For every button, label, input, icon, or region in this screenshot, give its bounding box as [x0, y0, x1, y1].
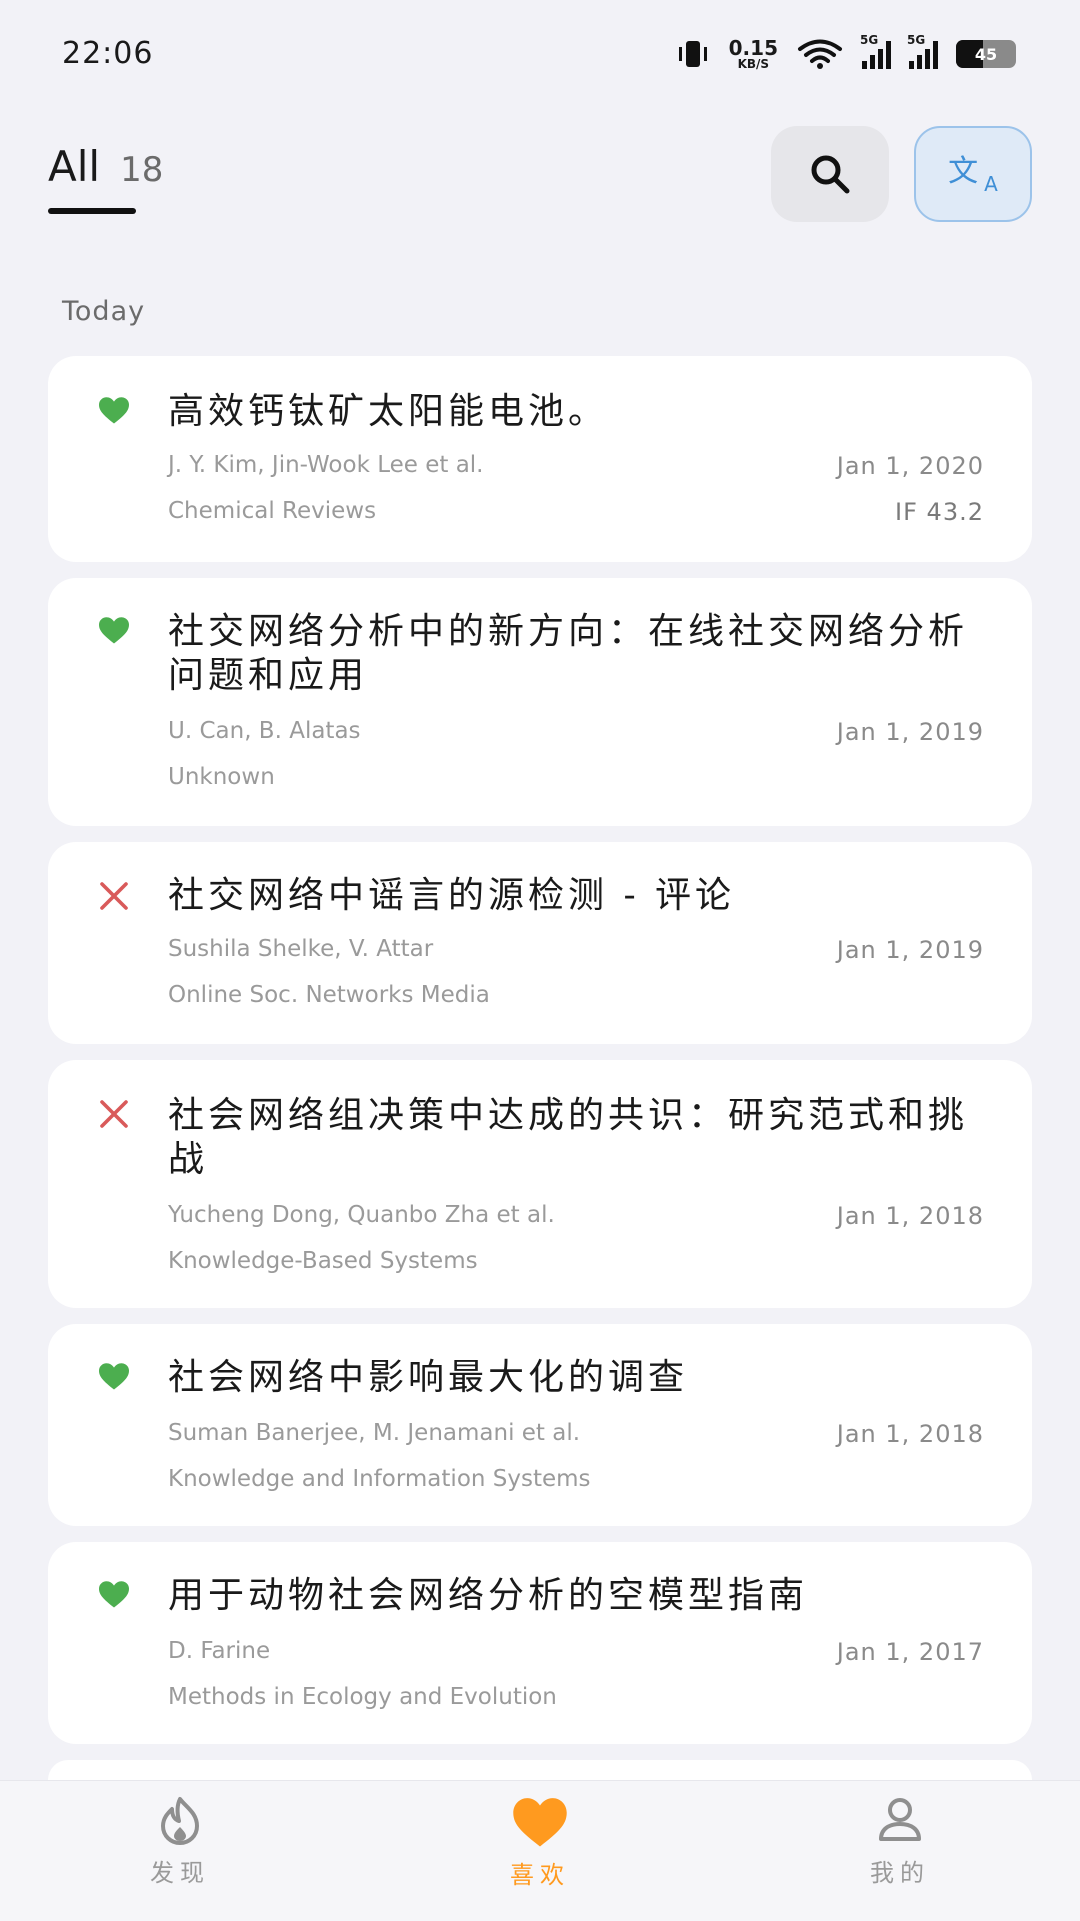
section-title-today: Today: [62, 296, 146, 327]
status-bar: 22:06 0.15 KB/S 5G 5G 45: [0, 0, 1080, 110]
paper-title: 社交网络中谣言的源检测 - 评论: [168, 875, 736, 916]
tab-active-indicator: [48, 208, 136, 214]
status-time: 22:06: [62, 36, 154, 71]
nav-discover-label: 发现: [150, 1859, 210, 1887]
nav-favorites-label: 喜欢: [510, 1861, 570, 1889]
paper-card[interactable]: 用于动物社会网络分析的空模型指南 D. Farine Jan 1, 2017 M…: [48, 1542, 1032, 1744]
paper-authors: U. Can, B. Alatas: [168, 718, 361, 744]
translate-icon: 文: [948, 154, 979, 189]
nav-mine-label: 我的: [870, 1859, 930, 1887]
status-icons: 0.15 KB/S 5G 5G 45: [675, 33, 1016, 74]
bottom-nav: 发现 喜欢 我的: [0, 1780, 1080, 1921]
heart-icon[interactable]: [96, 612, 132, 648]
translate-icon-letter: A: [984, 172, 998, 196]
paper-date: Jan 1, 2018: [836, 1420, 984, 1448]
paper-authors: Sushila Shelke, V. Attar: [168, 936, 434, 962]
battery-icon: 45: [956, 40, 1016, 68]
signal-icon-2: 5G: [907, 33, 938, 69]
paper-title: 社会网络组决策中达成的共识：研究范式和挑战: [168, 1095, 969, 1180]
paper-authors: Yucheng Dong, Quanbo Zha et al.: [168, 1202, 555, 1228]
nav-favorites[interactable]: 喜欢: [450, 1793, 630, 1890]
paper-title: 用于动物社会网络分析的空模型指南: [168, 1575, 809, 1616]
paper-impact-factor: IF 43.2: [895, 498, 984, 526]
heart-icon[interactable]: [96, 1576, 132, 1612]
paper-journal: Methods in Ecology and Evolution: [168, 1684, 557, 1710]
paper-title: 高效钙钛矿太阳能电池。: [168, 391, 609, 432]
close-icon[interactable]: [96, 1096, 132, 1132]
paper-title: 社会网络中影响最大化的调查: [168, 1357, 689, 1398]
paper-authors: D. Farine: [168, 1638, 271, 1664]
network-speed-unit: KB/S: [737, 57, 770, 71]
heart-icon[interactable]: [96, 392, 132, 428]
tab-all[interactable]: All 18: [48, 142, 163, 191]
nav-mine[interactable]: 我的: [810, 1793, 990, 1888]
tab-all-label: All: [48, 142, 101, 191]
network-speed-value: 0.15: [728, 36, 778, 60]
paper-card[interactable]: 社会网络中影响最大化的调查 Suman Banerjee, M. Jenaman…: [48, 1324, 1032, 1526]
battery-level: 45: [974, 44, 998, 64]
paper-card[interactable]: 社交网络中谣言的源检测 - 评论 Sushila Shelke, V. Atta…: [48, 842, 1032, 1044]
paper-card[interactable]: 社会网络组决策中达成的共识：研究范式和挑战 Yucheng Dong, Quan…: [48, 1060, 1032, 1308]
paper-card[interactable]: 社交网络分析中的新方向：在线社交网络分析问题和应用 U. Can, B. Ala…: [48, 578, 1032, 826]
tab-all-count: 18: [120, 150, 164, 190]
paper-date: Jan 1, 2018: [836, 1202, 984, 1230]
nav-discover[interactable]: 发现: [90, 1793, 270, 1888]
paper-date: Jan 1, 2019: [836, 718, 984, 746]
signal-1-label: 5G: [860, 33, 879, 47]
search-button[interactable]: [771, 126, 889, 222]
paper-journal: Chemical Reviews: [168, 498, 377, 524]
network-speed: 0.15 KB/S: [729, 38, 778, 70]
translate-button[interactable]: 文 A: [914, 126, 1032, 222]
signal-icon-1: 5G: [860, 33, 891, 69]
paper-journal: Knowledge and Information Systems: [168, 1466, 591, 1492]
heart-icon: [513, 1798, 567, 1847]
search-icon: [811, 155, 850, 194]
paper-journal: Unknown: [168, 764, 275, 790]
paper-journal: Knowledge-Based Systems: [168, 1248, 478, 1274]
paper-card[interactable]: 高效钙钛矿太阳能电池。 J. Y. Kim, Jin-Wook Lee et a…: [48, 356, 1032, 562]
vibrate-icon: [678, 41, 707, 67]
flame-icon: [161, 1797, 199, 1845]
signal-2-label: 5G: [907, 33, 926, 47]
paper-title: 社交网络分析中的新方向：在线社交网络分析问题和应用: [168, 611, 969, 696]
paper-date: Jan 1, 2019: [836, 936, 984, 964]
paper-authors: J. Y. Kim, Jin-Wook Lee et al.: [168, 452, 484, 478]
paper-date: Jan 1, 2020: [836, 452, 984, 480]
paper-authors: Suman Banerjee, M. Jenamani et al.: [168, 1420, 581, 1446]
paper-journal: Online Soc. Networks Media: [168, 982, 490, 1008]
user-icon: [879, 1798, 921, 1841]
heart-icon[interactable]: [96, 1358, 132, 1394]
paper-date: Jan 1, 2017: [836, 1638, 984, 1666]
wifi-icon: [798, 39, 842, 69]
close-icon[interactable]: [96, 878, 132, 914]
